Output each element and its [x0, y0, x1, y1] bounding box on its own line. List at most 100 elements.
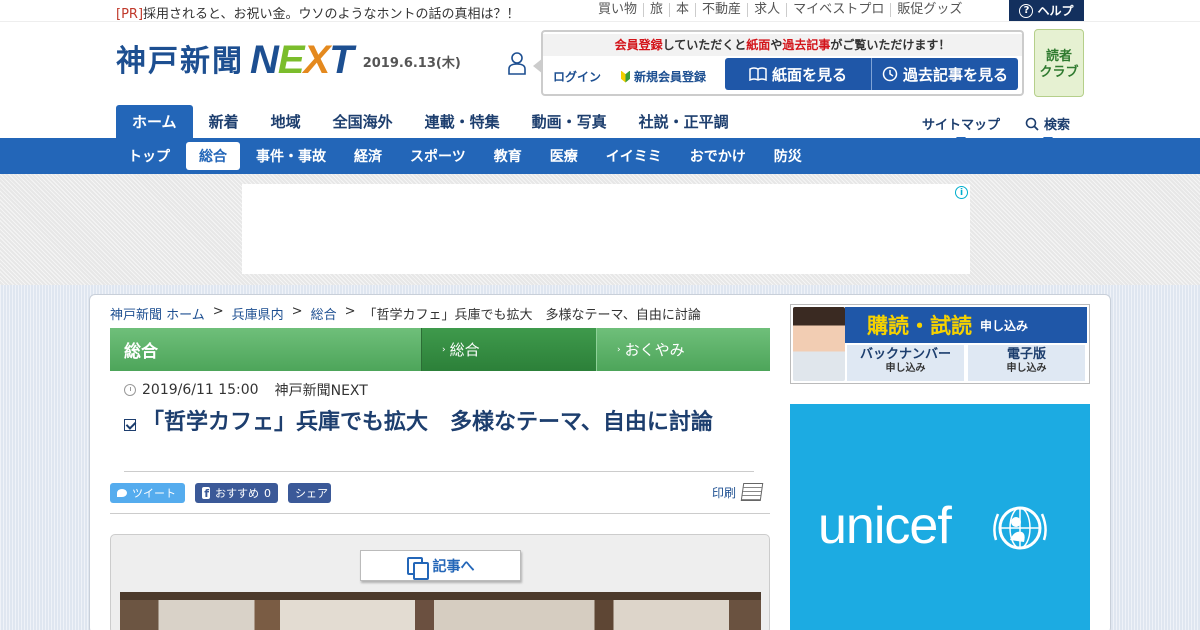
register-link[interactable]: 新規会員登録 — [621, 68, 706, 85]
article-photo[interactable] — [120, 592, 761, 630]
facebook-recommend-button[interactable]: f おすすめ 0 — [195, 483, 278, 503]
breadcrumb: 神戸新聞 ホーム > 兵庫県内 > 総合 > 「哲学カフェ」兵庫でも拡大 多様な… — [110, 304, 701, 323]
subscribe-main: 購読・試読 — [867, 314, 972, 338]
subnav-medical[interactable]: 医療 — [538, 142, 590, 170]
unicef-ad[interactable]: unicef — [790, 404, 1090, 630]
gnav-national[interactable]: 全国海外 — [317, 105, 409, 138]
login-link[interactable]: ログイン — [553, 68, 601, 85]
ad-banner[interactable]: i — [242, 184, 970, 274]
subnav-sports[interactable]: スポーツ — [398, 142, 478, 170]
clock-icon — [124, 384, 136, 396]
share-buttons: ツイート f おすすめ 0 シェア — [110, 483, 331, 503]
subnav-education[interactable]: 教育 — [482, 142, 534, 170]
breadcrumb-sep: > — [291, 304, 303, 319]
top-link-jobs[interactable]: 求人 — [747, 3, 786, 17]
readers-club-line2: クラブ — [1039, 65, 1079, 80]
ad-info-icon[interactable]: i — [955, 186, 968, 199]
breadcrumb-current: 「哲学カフェ」兵庫でも拡大 多様なテーマ、自由に討論 — [363, 308, 701, 323]
top-link-goods[interactable]: 販促グッズ — [890, 3, 968, 17]
breadcrumb-sep: > — [212, 304, 224, 319]
sitemap-link[interactable]: サイトマップ — [922, 114, 1000, 143]
checkbox-icon — [124, 419, 136, 431]
search-link[interactable]: 検索 — [1025, 114, 1071, 143]
subnav-disaster[interactable]: 防災 — [762, 142, 814, 170]
gnav-region[interactable]: 地域 — [255, 105, 317, 138]
article-headline: 「哲学カフェ」兵庫でも拡大 多様なテーマ、自由に討論 — [124, 410, 764, 436]
top-link-books[interactable]: 本 — [669, 3, 695, 17]
top-link-travel[interactable]: 旅 — [643, 3, 669, 17]
subscribe-small: 申し込み — [980, 318, 1029, 333]
tweet-button[interactable]: ツイート — [110, 483, 185, 503]
article-meta: 2019/6/11 15:00 神戸新聞NEXT — [124, 380, 368, 400]
top-links: 買い物 旅 本 不動産 求人 マイベストプロ 販促グッズ — [592, 3, 968, 17]
unicef-wordmark: unicef — [818, 497, 952, 555]
subnav-iimimi[interactable]: イイミミ — [594, 142, 674, 170]
divider — [110, 513, 770, 514]
subnav-top[interactable]: トップ — [116, 142, 182, 170]
clock-icon — [882, 66, 898, 82]
subnav-outing[interactable]: おでかけ — [678, 142, 758, 170]
breadcrumb-sep: > — [344, 304, 356, 319]
top-link-shopping[interactable]: 買い物 — [592, 3, 643, 17]
book-icon — [749, 67, 767, 81]
gnav-series[interactable]: 連載・特集 — [409, 105, 516, 138]
question-icon: ? — [1019, 3, 1034, 18]
print-label: 印刷 — [712, 485, 737, 500]
category-tab-general[interactable]: › 総合 — [421, 328, 596, 371]
breadcrumb-general[interactable]: 総合 — [311, 304, 337, 323]
readers-club-line1: 読者 — [1045, 49, 1072, 64]
subnav-general[interactable]: 総合 — [186, 142, 240, 170]
user-icon[interactable] — [507, 51, 527, 75]
divider — [124, 471, 754, 472]
logo-next: NEXT — [250, 38, 354, 82]
archive-button[interactable]: 過去記事を見る — [871, 58, 1018, 90]
to-article-button[interactable]: 記事へ — [360, 550, 521, 581]
view-paper-button[interactable]: 紙面を見る — [725, 58, 871, 90]
header-date: 2019.6.13(木) — [362, 56, 461, 71]
gnav-new[interactable]: 新着 — [193, 105, 255, 138]
sub-nav: トップ 総合 事件・事故 経済 スポーツ 教育 医療 イイミミ おでかけ 防災 — [0, 138, 1200, 174]
sub-nav-items: トップ 総合 事件・事故 経済 スポーツ 教育 医療 イイミミ おでかけ 防災 — [116, 142, 818, 170]
register-label: 新規会員登録 — [634, 70, 707, 84]
recommend-count: 0 — [264, 486, 271, 500]
subscribe-bottom: バックナンバー 申し込み 電子版 申し込み — [845, 345, 1087, 381]
subnav-incidents[interactable]: 事件・事故 — [244, 142, 338, 170]
subscribe-banner[interactable]: 購読・試読 申し込み バックナンバー 申し込み 電子版 申し込み — [790, 304, 1090, 384]
global-nav: ホーム 新着 地域 全国海外 連載・特集 動画・写真 社説・正平調 — [116, 105, 745, 138]
pr-text: 採用されると、お祝い金。ウソのようなホントの話の真相は？！ — [143, 7, 520, 22]
subnav-economy[interactable]: 経済 — [342, 142, 394, 170]
backnumber-link[interactable]: バックナンバー 申し込み — [847, 345, 964, 381]
article-datetime: 2019/6/11 15:00 — [142, 382, 259, 398]
ad-band: i — [0, 174, 1200, 285]
paper-buttons: 紙面を見る 過去記事を見る — [725, 58, 1018, 90]
pr-link[interactable]: [PR]採用されると、お祝い金。ウソのようなホントの話の真相は？！ — [116, 3, 520, 22]
breadcrumb-hyogo[interactable]: 兵庫県内 — [232, 304, 284, 323]
category-tab-obituary[interactable]: › おくやみ — [596, 328, 770, 371]
readers-club-button[interactable]: 読者 クラブ — [1034, 29, 1084, 97]
to-article-label: 記事へ — [432, 558, 475, 575]
gnav-editorial[interactable]: 社説・正平調 — [623, 105, 745, 138]
chevron-right-icon: › — [617, 344, 621, 355]
twitter-icon — [117, 489, 127, 497]
print-link[interactable]: 印刷 — [712, 483, 764, 501]
top-link-mybestpro[interactable]: マイベストプロ — [786, 3, 890, 17]
print-icon — [740, 483, 764, 501]
digital-edition-link[interactable]: 電子版 申し込み — [968, 345, 1085, 381]
member-box: 会員登録していただくと紙面や過去記事がご覧いただけます！ ログイン 新規会員登録… — [533, 30, 1024, 96]
help-label: ヘルプ — [1037, 4, 1074, 18]
search-icon — [1025, 117, 1039, 131]
article-source: 神戸新聞NEXT — [274, 383, 368, 399]
gnav-video[interactable]: 動画・写真 — [516, 105, 623, 138]
search-label: 検索 — [1044, 118, 1071, 133]
help-button[interactable]: ? ヘルプ — [1009, 0, 1084, 21]
top-strip: [PR]採用されると、お祝い金。ウソのようなホントの話の真相は？！ 買い物 旅 … — [0, 0, 1200, 22]
copy-icon — [406, 556, 429, 580]
share-button[interactable]: シェア — [288, 483, 331, 503]
pr-tag: [PR] — [116, 7, 144, 22]
gnav-home[interactable]: ホーム — [116, 105, 193, 138]
top-link-realestate[interactable]: 不動産 — [695, 3, 747, 17]
beginner-mark-icon — [621, 70, 630, 83]
breadcrumb-home[interactable]: 神戸新聞 ホーム — [110, 304, 205, 323]
site-logo[interactable]: 神戸新聞 NEXT 2019.6.13(木) — [116, 36, 461, 80]
logo-japanese: 神戸新聞 — [116, 44, 244, 79]
